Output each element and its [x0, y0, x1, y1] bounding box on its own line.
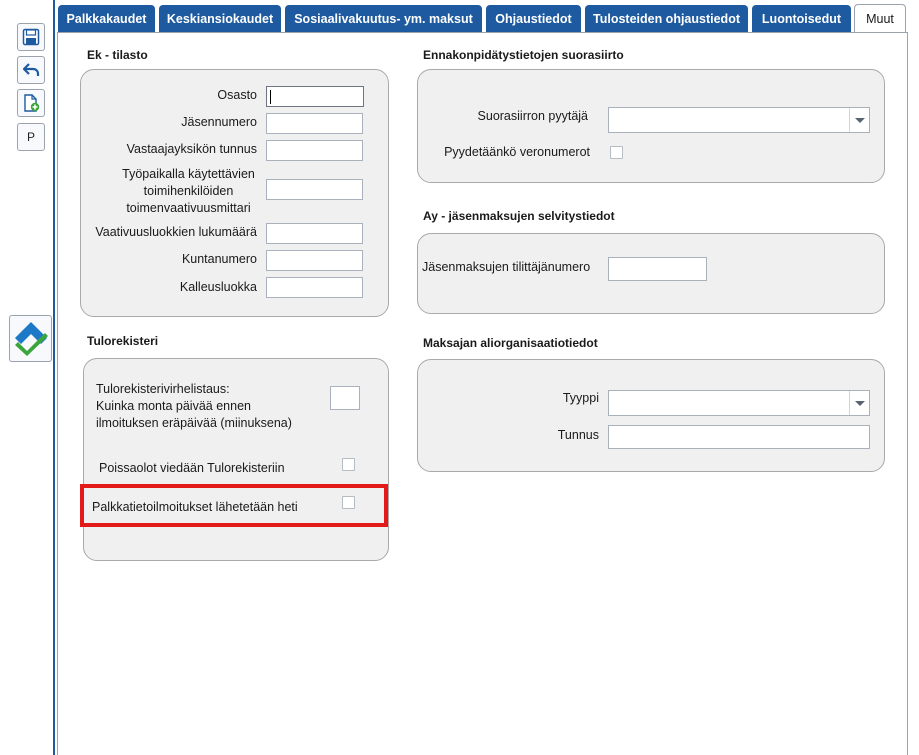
kalleusluokka-input[interactable]	[266, 277, 363, 298]
tunnus-input[interactable]	[608, 425, 870, 449]
kuntanumero-label: Kuntanumero	[181, 252, 257, 266]
save-icon	[22, 28, 40, 46]
pyydetaanko-veronumerot-label: Pyydetäänkö veronumerot	[444, 145, 590, 159]
save-button[interactable]	[17, 23, 45, 51]
tab-ohjaustiedot[interactable]: Ohjaustiedot	[486, 5, 581, 32]
toimenvaativuusmittari-label: Työpaikalla käytettävien toimihenkilöide…	[122, 167, 255, 215]
app-logo-button[interactable]	[9, 315, 52, 362]
salary-reports-immediate-label: Palkkatietoilmoitukset lähetetään heti	[92, 500, 298, 514]
tyyppi-select[interactable]	[608, 390, 870, 416]
ek-tilasto-title: Ek - tilasto	[87, 48, 148, 62]
tyyppi-label: Tyyppi	[562, 391, 599, 405]
kuntanumero-input[interactable]	[266, 250, 363, 271]
tab-tulosteiden-ohjaustiedot[interactable]: Tulosteiden ohjaustiedot	[585, 5, 748, 32]
osasto-label: Osasto	[217, 88, 257, 102]
tab-bar: Palkkakaudet Keskiansiokaudet Sosiaaliva…	[57, 0, 919, 33]
jasenmaksujen-tilittajanumero-label: Jäsenmaksujen tilittäjänumero	[422, 260, 591, 274]
tab-sosiaalivakuutus[interactable]: Sosiaalivakuutus- ym. maksut	[285, 5, 482, 32]
undo-icon	[22, 63, 40, 76]
chevron-down-icon[interactable]	[849, 391, 869, 415]
new-document-icon	[24, 94, 40, 112]
toimenvaativuusmittari-input[interactable]	[266, 179, 363, 200]
left-toolbar: P	[0, 0, 55, 755]
tab-keskiansiokaudet[interactable]: Keskiansiokaudet	[159, 5, 281, 32]
tab-palkkakaudet[interactable]: Palkkakaudet	[58, 5, 155, 32]
ay-jasenmaksut-title: Ay - jäsenmaksujen selvitystiedot	[423, 209, 615, 223]
pyydetaanko-veronumerot-checkbox[interactable]	[610, 146, 623, 159]
error-listing-days-input[interactable]	[330, 386, 360, 410]
vaativuusluokkien-lukumaara-label: Vaativuusluokkien lukumäärä	[95, 225, 257, 239]
salary-reports-immediate-checkbox[interactable]	[342, 496, 355, 509]
undo-button[interactable]	[17, 56, 45, 84]
jasennumero-input[interactable]	[266, 113, 363, 134]
tab-luontoisedut[interactable]: Luontoisedut	[752, 5, 851, 32]
tab-muut[interactable]: Muut	[854, 4, 906, 33]
absences-to-tulorekisteri-label: Poissaolot viedään Tulorekisteriin	[99, 461, 285, 475]
vastaajayksikon-tunnus-input[interactable]	[266, 140, 363, 161]
suorasiirron-pyytaja-label: Suorasiirron pyytäjä	[477, 109, 588, 123]
kalleusluokka-label: Kalleusluokka	[179, 280, 257, 294]
tulorekisteri-title: Tulorekisteri	[87, 334, 159, 348]
suorasiirron-pyytaja-select[interactable]	[608, 107, 870, 133]
app-logo-icon	[14, 321, 48, 356]
chevron-down-icon[interactable]	[849, 108, 869, 132]
absences-to-tulorekisteri-checkbox[interactable]	[342, 458, 355, 471]
jasennumero-label: Jäsennumero	[181, 115, 257, 129]
p-button-label: P	[26, 130, 35, 144]
jasenmaksujen-tilittajanumero-input[interactable]	[608, 257, 707, 281]
p-button[interactable]: P	[17, 123, 45, 151]
error-listing-days-label: Tulorekisterivirhelistaus: Kuinka monta …	[96, 382, 292, 430]
new-document-button[interactable]	[17, 89, 45, 117]
vastaajayksikon-tunnus-label: Vastaajayksikön tunnus	[126, 142, 257, 156]
ennakonpidatys-title: Ennakonpidätystietojen suorasiirto	[423, 48, 624, 62]
vaativuusluokkien-lukumaara-input[interactable]	[266, 223, 363, 244]
osasto-input[interactable]	[266, 86, 364, 107]
tunnus-label: Tunnus	[557, 428, 599, 442]
maksajan-aliorganisaatio-title: Maksajan aliorganisaatiotiedot	[423, 336, 598, 350]
